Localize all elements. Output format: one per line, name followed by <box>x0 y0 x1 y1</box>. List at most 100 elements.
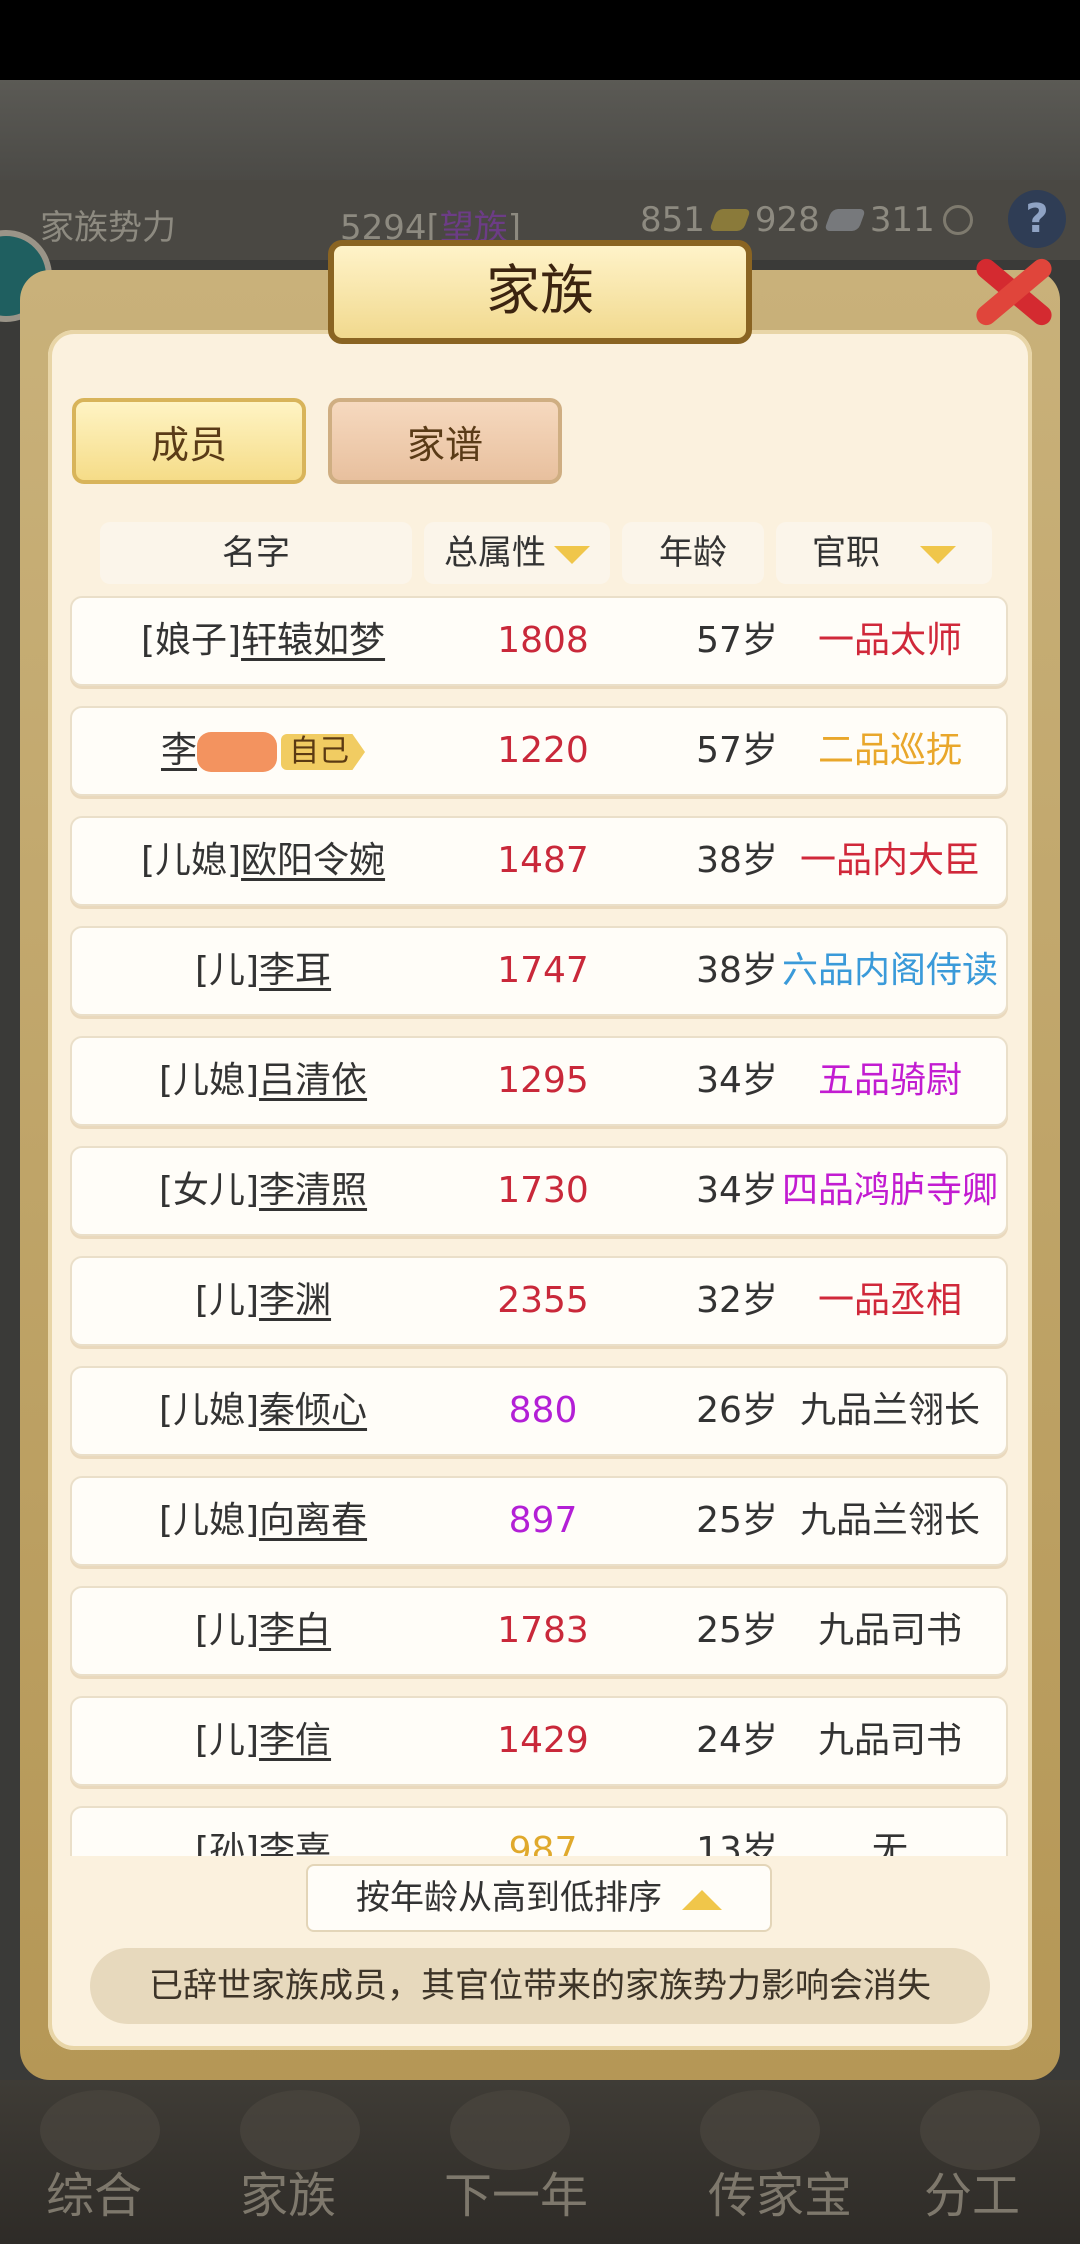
member-name[interactable]: 李渊 <box>259 1280 331 1321</box>
member-name[interactable]: 李清照 <box>259 1170 367 1211</box>
header-name: 名字 <box>100 522 412 584</box>
triangle-up-icon <box>682 1889 722 1910</box>
member-name-cell[interactable]: 李 自己 <box>72 708 454 794</box>
gold-count: 851 <box>640 200 705 240</box>
member-name-cell[interactable]: [儿]李渊 <box>72 1258 454 1344</box>
total-attr-value: 1747 <box>497 950 589 991</box>
member-name-cell[interactable]: [儿媳]欧阳令婉 <box>72 818 454 904</box>
header-attr-label: 总属性 <box>444 533 546 573</box>
background-top <box>0 80 1080 180</box>
member-name[interactable]: 李喜 <box>259 1830 331 1856</box>
table-row[interactable]: [儿]李耳 1747 38岁 六品内阁侍读 <box>70 926 1008 1016</box>
nav-division[interactable]: 分工 <box>924 2156 1020 2226</box>
total-attr-value: 1730 <box>497 1170 589 1211</box>
table-row[interactable]: [儿]李白 1783 25岁 九品司书 <box>70 1586 1008 1676</box>
office-title: 六品内阁侍读 <box>781 950 998 991</box>
member-name[interactable]: 李信 <box>259 1720 331 1761</box>
table-row[interactable]: [儿媳]秦倾心 880 26岁 九品兰翎长 <box>70 1366 1008 1456</box>
office-title: 二品巡抚 <box>817 730 962 771</box>
member-name[interactable]: 吕清依 <box>259 1060 367 1101</box>
total-attr-value: 880 <box>508 1390 578 1431</box>
office-title: 九品司书 <box>817 1720 962 1761</box>
total-attr-value: 987 <box>508 1830 578 1856</box>
sort-down-icon <box>920 545 956 564</box>
relation-prefix: [儿媳] <box>158 1060 260 1101</box>
nav-overview[interactable]: 综合 <box>46 2156 142 2226</box>
member-name-cell[interactable]: [娘子]轩辕如梦 <box>72 598 454 684</box>
total-attr-value: 1487 <box>497 840 589 881</box>
member-name[interactable]: 欧阳令婉 <box>241 840 385 881</box>
table-row[interactable]: [孙]李喜 987 13岁无 <box>70 1806 1008 1856</box>
relation-prefix: [儿媳] <box>158 1500 260 1541</box>
relation-prefix: [儿] <box>194 1610 260 1651</box>
tab-members[interactable]: 成员 <box>72 398 306 484</box>
header-attr-sort[interactable]: 总属性 <box>424 522 610 584</box>
office-title: 五品骑尉 <box>817 1060 962 1101</box>
sort-order-button[interactable]: 按年龄从高到低排序 <box>306 1864 772 1932</box>
total-attr-value: 1220 <box>497 730 589 771</box>
table-header: 名字 总属性 年龄 官职 <box>100 522 992 584</box>
table-row[interactable]: [儿媳]欧阳令婉 1487 38岁 一品内大臣 <box>70 816 1008 906</box>
relation-prefix: [儿媳] <box>158 1390 260 1431</box>
member-list[interactable]: [娘子]轩辕如梦 1808 57岁 一品太师李自己 1220 57岁 二品巡抚 [儿媳]欧阳令… <box>70 596 1008 1856</box>
sort-down-icon <box>554 545 590 564</box>
member-name[interactable]: 轩辕如梦 <box>241 620 385 661</box>
relation-prefix: [娘子] <box>140 620 242 661</box>
office-title: 一品丞相 <box>817 1280 962 1321</box>
relation-prefix: [儿] <box>194 950 260 991</box>
total-attr-value: 2355 <box>497 1280 589 1321</box>
member-name-cell[interactable]: [孙]李喜 <box>72 1808 454 1856</box>
table-row[interactable]: [儿媳]向离春 897 25岁 九品兰翎长 <box>70 1476 1008 1566</box>
table-row[interactable]: [女儿]李清照 1730 34岁 四品鸿胪寺卿 <box>70 1146 1008 1236</box>
member-name-cell[interactable]: [儿]李信 <box>72 1698 454 1784</box>
relation-prefix: [女儿] <box>158 1170 260 1211</box>
member-name-cell[interactable]: [女儿]李清照 <box>72 1148 454 1234</box>
table-row[interactable]: 李自己 1220 57岁 二品巡抚 <box>70 706 1008 796</box>
office-title: 无 <box>871 1830 908 1856</box>
tab-family-tree[interactable]: 家谱 <box>328 398 562 484</box>
relation-prefix: [儿媳] <box>140 840 242 881</box>
office-title: 九品兰翎长 <box>799 1390 980 1431</box>
office-title: 九品兰翎长 <box>799 1500 980 1541</box>
resources: 851 928 311 <box>640 200 973 240</box>
tab-bar: 成员 家谱 <box>72 398 972 484</box>
silver-ingot-icon <box>823 209 866 231</box>
member-name[interactable]: 李耳 <box>259 950 331 991</box>
member-name[interactable]: 秦倾心 <box>259 1390 367 1431</box>
office-title: 四品鸿胪寺卿 <box>781 1170 998 1211</box>
nav-family[interactable]: 家族 <box>240 2156 336 2226</box>
close-button[interactable] <box>958 236 1068 346</box>
office-title: 九品司书 <box>817 1610 962 1651</box>
table-row[interactable]: [儿媳]吕清依 1295 34岁 五品骑尉 <box>70 1036 1008 1126</box>
silver-count: 928 <box>754 200 820 240</box>
table-row[interactable]: [娘子]轩辕如梦 1808 57岁 一品太师 <box>70 596 1008 686</box>
office-title: 一品太师 <box>817 620 962 661</box>
header-office-label: 官职 <box>812 533 880 573</box>
relation-prefix: [孙] <box>194 1830 260 1856</box>
header-age: 年龄 <box>622 522 764 584</box>
total-attr-value: 897 <box>508 1500 578 1541</box>
member-name[interactable]: 向离春 <box>259 1500 367 1541</box>
self-badge: 自己 <box>281 734 365 770</box>
relation-prefix: [儿] <box>194 1720 260 1761</box>
member-name[interactable]: 李白 <box>259 1610 331 1651</box>
table-row[interactable]: [儿]李信 1429 24岁 九品司书 <box>70 1696 1008 1786</box>
table-row[interactable]: [儿]李渊 2355 32岁 一品丞相 <box>70 1256 1008 1346</box>
nav-next-year[interactable]: 下一年 <box>444 2156 588 2226</box>
total-attr-value: 1429 <box>497 1720 589 1761</box>
member-name[interactable]: 李 <box>161 730 197 771</box>
header-office-sort[interactable]: 官职 <box>776 522 992 584</box>
member-name-cell[interactable]: [儿]李耳 <box>72 928 454 1014</box>
coin-count: 311 <box>869 200 935 240</box>
member-name-cell[interactable]: [儿]李白 <box>72 1588 454 1674</box>
sort-order-label: 按年龄从高到低排序 <box>356 1878 662 1918</box>
header-name-label: 名字 <box>222 533 290 573</box>
total-attr-value: 1295 <box>497 1060 589 1101</box>
member-name-cell[interactable]: [儿媳]向离春 <box>72 1478 454 1564</box>
nav-heirloom[interactable]: 传家宝 <box>708 2156 852 2226</box>
member-name-cell[interactable]: [儿媳]秦倾心 <box>72 1368 454 1454</box>
total-attr-value: 1808 <box>497 620 589 661</box>
member-name-cell[interactable]: [儿媳]吕清依 <box>72 1038 454 1124</box>
bottom-nav: 综合 家族 下一年 传家宝 分工 <box>0 2080 1080 2244</box>
office-title: 一品内大臣 <box>799 840 980 881</box>
